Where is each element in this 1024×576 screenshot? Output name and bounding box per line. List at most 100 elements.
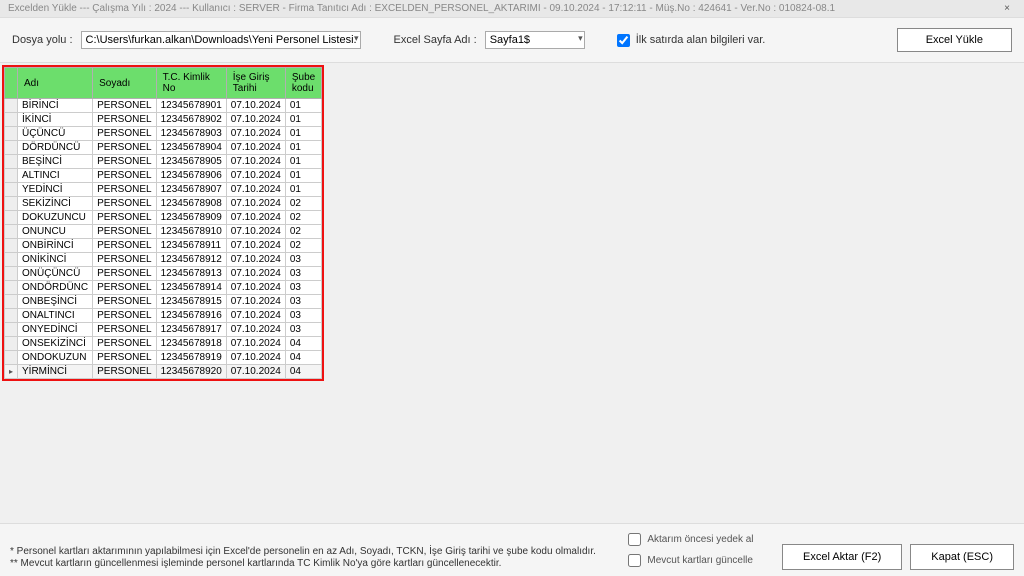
cell-adi[interactable]: DOKUZUNCU [18,211,93,225]
cell-tc[interactable]: 12345678902 [156,113,226,127]
cell-tc[interactable]: 12345678906 [156,169,226,183]
cell-adi[interactable]: ONDOKUZUN [18,351,93,365]
cell-adi[interactable]: ONİKİNCİ [18,253,93,267]
data-table[interactable]: Adı Soyadı T.C. Kimlik No İşe Giriş Tari… [4,67,322,379]
sheet-input[interactable] [485,31,585,49]
cell-soyadi[interactable]: PERSONEL [93,239,156,253]
table-row[interactable]: ONBİRİNCİPERSONEL1234567891107.10.202402 [5,239,322,253]
cell-sube[interactable]: 01 [285,141,321,155]
cell-tc[interactable]: 12345678914 [156,281,226,295]
cell-soyadi[interactable]: PERSONEL [93,169,156,183]
cell-tc[interactable]: 12345678917 [156,323,226,337]
row-selector[interactable] [5,197,18,211]
cell-ise[interactable]: 07.10.2024 [226,323,285,337]
row-selector[interactable] [5,225,18,239]
cell-tc[interactable]: 12345678915 [156,295,226,309]
opt-backup-checkbox[interactable] [628,533,641,546]
cell-tc[interactable]: 12345678904 [156,141,226,155]
cell-soyadi[interactable]: PERSONEL [93,267,156,281]
cell-sube[interactable]: 01 [285,113,321,127]
cell-adi[interactable]: ONUNCU [18,225,93,239]
cell-soyadi[interactable]: PERSONEL [93,99,156,113]
cell-sube[interactable]: 02 [285,197,321,211]
cell-soyadi[interactable]: PERSONEL [93,323,156,337]
table-row[interactable]: ONUNCUPERSONEL1234567891007.10.202402 [5,225,322,239]
cell-sube[interactable]: 02 [285,225,321,239]
cell-ise[interactable]: 07.10.2024 [226,211,285,225]
cell-ise[interactable]: 07.10.2024 [226,365,285,379]
cell-tc[interactable]: 12345678901 [156,99,226,113]
cell-tc[interactable]: 12345678909 [156,211,226,225]
table-row[interactable]: ONSEKİZİNCİPERSONEL1234567891807.10.2024… [5,337,322,351]
cell-soyadi[interactable]: PERSONEL [93,281,156,295]
cell-sube[interactable]: 01 [285,155,321,169]
cell-tc[interactable]: 12345678918 [156,337,226,351]
cell-sube[interactable]: 03 [285,323,321,337]
cell-soyadi[interactable]: PERSONEL [93,295,156,309]
cell-soyadi[interactable]: PERSONEL [93,211,156,225]
table-row[interactable]: ONBEŞİNCİPERSONEL1234567891507.10.202403 [5,295,322,309]
cell-tc[interactable]: 12345678919 [156,351,226,365]
cell-sube[interactable]: 01 [285,183,321,197]
cell-tc[interactable]: 12345678905 [156,155,226,169]
row-selector[interactable] [5,281,18,295]
cell-tc[interactable]: 12345678920 [156,365,226,379]
cell-ise[interactable]: 07.10.2024 [226,253,285,267]
cell-adi[interactable]: İKİNCİ [18,113,93,127]
cell-adi[interactable]: ONBİRİNCİ [18,239,93,253]
path-dropdown-icon[interactable]: ▾ [354,33,359,44]
cell-adi[interactable]: ONSEKİZİNCİ [18,337,93,351]
cell-adi[interactable]: DÖRDÜNCÜ [18,141,93,155]
firstrow-checkbox[interactable] [617,34,630,47]
cell-ise[interactable]: 07.10.2024 [226,239,285,253]
table-row[interactable]: YEDİNCİPERSONEL1234567890707.10.202401 [5,183,322,197]
cell-soyadi[interactable]: PERSONEL [93,155,156,169]
row-selector[interactable] [5,351,18,365]
cell-sube[interactable]: 03 [285,309,321,323]
cell-tc[interactable]: 12345678907 [156,183,226,197]
row-selector[interactable] [5,365,18,379]
load-button[interactable]: Excel Yükle [897,28,1012,52]
row-selector[interactable] [5,337,18,351]
row-selector[interactable] [5,169,18,183]
transfer-button[interactable]: Excel Aktar (F2) [782,544,902,570]
cell-adi[interactable]: ONALTINCI [18,309,93,323]
cell-soyadi[interactable]: PERSONEL [93,141,156,155]
cell-adi[interactable]: BEŞİNCİ [18,155,93,169]
cell-soyadi[interactable]: PERSONEL [93,351,156,365]
row-selector[interactable] [5,141,18,155]
opt-update-checkbox[interactable] [628,554,641,567]
cell-tc[interactable]: 12345678913 [156,267,226,281]
row-selector[interactable] [5,295,18,309]
cell-soyadi[interactable]: PERSONEL [93,337,156,351]
cell-sube[interactable]: 01 [285,127,321,141]
row-selector[interactable] [5,253,18,267]
cell-tc[interactable]: 12345678908 [156,197,226,211]
cell-tc[interactable]: 12345678910 [156,225,226,239]
cell-soyadi[interactable]: PERSONEL [93,225,156,239]
cell-soyadi[interactable]: PERSONEL [93,309,156,323]
cell-ise[interactable]: 07.10.2024 [226,183,285,197]
cell-sube[interactable]: 03 [285,253,321,267]
col-header-ise[interactable]: İşe Giriş Tarihi [226,68,285,99]
cell-sube[interactable]: 03 [285,267,321,281]
cell-ise[interactable]: 07.10.2024 [226,197,285,211]
cell-ise[interactable]: 07.10.2024 [226,225,285,239]
col-header-tc[interactable]: T.C. Kimlik No [156,68,226,99]
opt-update[interactable]: Mevcut kartları güncelle [624,551,753,570]
cell-adi[interactable]: BİRİNCİ [18,99,93,113]
cell-ise[interactable]: 07.10.2024 [226,267,285,281]
row-selector[interactable] [5,239,18,253]
cell-sube[interactable]: 02 [285,211,321,225]
row-selector[interactable] [5,309,18,323]
row-selector[interactable] [5,267,18,281]
cell-adi[interactable]: ÜÇÜNCÜ [18,127,93,141]
table-row[interactable]: DÖRDÜNCÜPERSONEL1234567890407.10.202401 [5,141,322,155]
opt-backup[interactable]: Aktarım öncesi yedek al [624,530,753,549]
cell-ise[interactable]: 07.10.2024 [226,113,285,127]
cell-ise[interactable]: 07.10.2024 [226,127,285,141]
row-selector[interactable] [5,127,18,141]
row-selector[interactable] [5,113,18,127]
table-row[interactable]: ONDOKUZUNPERSONEL1234567891907.10.202404 [5,351,322,365]
cell-sube[interactable]: 04 [285,351,321,365]
